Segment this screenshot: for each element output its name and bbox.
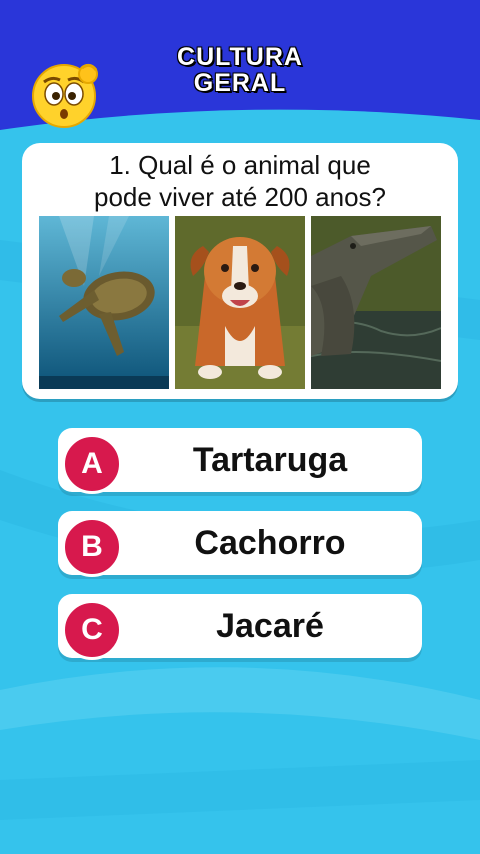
question-line-1: 1. Qual é o animal que [109, 150, 371, 180]
answer-label: Cachorro [194, 523, 346, 562]
answer-option-b[interactable]: B Cachorro [58, 511, 422, 577]
question-text: 1. Qual é o animal que pode viver até 20… [22, 149, 458, 213]
answer-label: Jacaré [216, 606, 324, 645]
answer-letter-badge: B [62, 517, 122, 577]
thinking-face-icon [32, 63, 98, 128]
dog-photo [175, 216, 305, 389]
answer-option-c[interactable]: C Jacaré [58, 594, 422, 660]
answer-option-a[interactable]: A Tartaruga [58, 428, 422, 494]
question-card: 1. Qual é o animal que pode viver até 20… [22, 143, 458, 399]
question-line-2: pode viver até 200 anos? [94, 182, 386, 212]
answer-letter-badge: C [62, 600, 122, 660]
alligator-photo [311, 216, 441, 389]
answer-label: Tartaruga [192, 440, 348, 479]
sea-turtle-photo [39, 216, 169, 389]
answer-letter-badge: A [62, 434, 122, 494]
